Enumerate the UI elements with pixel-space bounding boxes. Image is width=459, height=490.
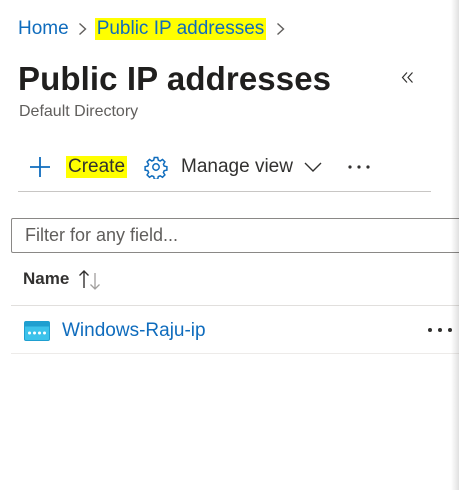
public-ip-icon bbox=[24, 321, 50, 341]
chevron-right-icon bbox=[69, 16, 97, 42]
chevron-down-icon bbox=[304, 162, 322, 172]
breadcrumb-public-ip-link[interactable]: Public IP addresses bbox=[94, 18, 267, 40]
pane-divider-shadow bbox=[451, 0, 459, 490]
breadcrumb: Home Public IP addresses bbox=[18, 16, 294, 42]
sort-ascending-icon bbox=[79, 270, 101, 290]
filter-input[interactable]: Filter for any field... bbox=[11, 218, 459, 253]
row-more-icon[interactable] bbox=[427, 327, 453, 333]
more-horizontal-icon bbox=[348, 165, 370, 169]
plus-icon bbox=[30, 157, 50, 177]
collapse-pane-button[interactable] bbox=[396, 66, 418, 88]
breadcrumb-home-link[interactable]: Home bbox=[18, 18, 69, 40]
create-button-label: Create bbox=[66, 156, 128, 178]
page-title: Public IP addresses bbox=[18, 60, 332, 97]
column-header-name[interactable]: Name bbox=[23, 268, 103, 290]
more-commands-button[interactable] bbox=[347, 151, 371, 183]
double-chevron-left-icon bbox=[401, 71, 413, 83]
gear-icon bbox=[144, 156, 168, 179]
column-header-label: Name bbox=[23, 269, 70, 288]
manage-view-label: Manage view bbox=[181, 156, 293, 177]
table-header: Name bbox=[11, 260, 459, 306]
create-button[interactable]: Create bbox=[28, 151, 128, 183]
chevron-right-icon bbox=[266, 16, 294, 42]
table-row: Windows-Raju-ip bbox=[11, 306, 459, 354]
manage-view-button[interactable]: Manage view bbox=[144, 151, 322, 183]
command-bar: Create Manage view bbox=[18, 148, 431, 192]
resource-name-link[interactable]: Windows-Raju-ip bbox=[62, 320, 206, 342]
directory-subtitle: Default Directory bbox=[19, 103, 139, 120]
